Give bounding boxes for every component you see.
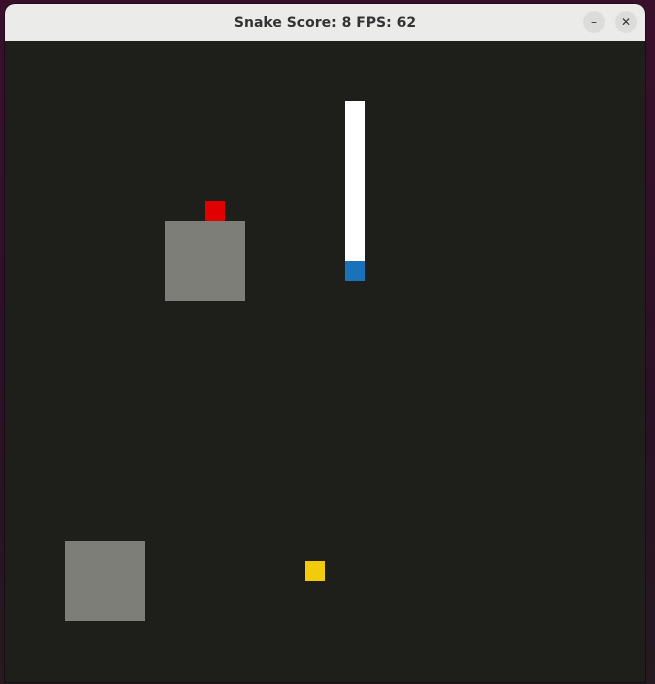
close-icon: ✕ [620,15,632,29]
game-window: Snake Score: 8 FPS: 62 – ✕ [5,4,645,682]
food-yellow [305,561,325,581]
window-title: Snake Score: 8 FPS: 62 [233,14,417,31]
close-button[interactable]: ✕ [615,11,637,33]
minimize-button[interactable]: – [583,11,605,33]
game-canvas[interactable] [5,41,645,682]
titlebar[interactable]: Snake Score: 8 FPS: 62 – ✕ [5,4,645,42]
obstacle-block [65,541,145,621]
obstacle-block [165,221,245,301]
snake-head [345,261,365,281]
snake-body [345,101,365,261]
food-red [205,201,225,221]
minimize-icon: – [591,15,597,29]
